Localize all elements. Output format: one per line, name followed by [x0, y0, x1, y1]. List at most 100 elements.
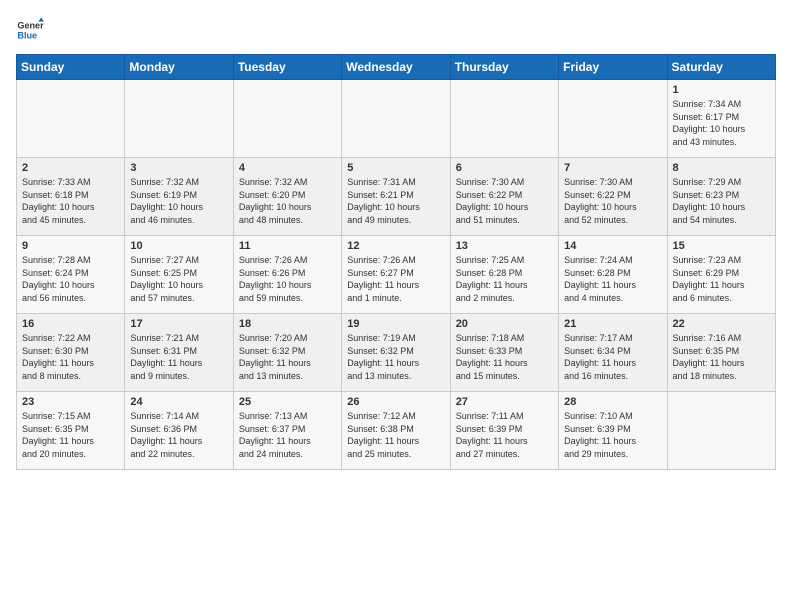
- calendar-cell: 5Sunrise: 7:31 AM Sunset: 6:21 PM Daylig…: [342, 158, 450, 236]
- weekday-header-sunday: Sunday: [17, 55, 125, 80]
- calendar-cell: 23 Sunrise: 7:15 AM Sunset: 6:35 PM Dayli…: [17, 392, 125, 470]
- day-number: 27: [456, 396, 553, 408]
- day-info: Sunrise: 7:27 AM Sunset: 6:25 PM Dayligh…: [130, 254, 227, 304]
- day-number: 20: [456, 318, 553, 330]
- calendar-cell: [125, 80, 233, 158]
- day-info: Sunrise: 7:24 AM Sunset: 6:28 PM Dayligh…: [564, 254, 661, 304]
- day-info: Sunrise: 7:33 AM Sunset: 6:18 PM Dayligh…: [22, 176, 119, 226]
- day-info: Sunrise: 7:28 AM Sunset: 6:24 PM Dayligh…: [22, 254, 119, 304]
- calendar-cell: 12Sunrise: 7:26 AM Sunset: 6:27 PM Dayli…: [342, 236, 450, 314]
- day-number: 26: [347, 396, 444, 408]
- calendar-cell: 20 Sunrise: 7:18 AM Sunset: 6:33 PM Dayli…: [450, 314, 558, 392]
- day-info: Sunrise: 7:16 AM Sunset: 6:35 PM Dayligh…: [673, 332, 770, 382]
- day-info: Sunrise: 7:29 AM Sunset: 6:23 PM Dayligh…: [673, 176, 770, 226]
- day-number: 25: [239, 396, 336, 408]
- calendar-cell: 15 Sunrise: 7:23 AM Sunset: 6:29 PM Dayli…: [667, 236, 775, 314]
- calendar-cell: [450, 80, 558, 158]
- week-row-4: 16 Sunrise: 7:22 AM Sunset: 6:30 PM Dayli…: [17, 314, 776, 392]
- day-number: 28: [564, 396, 661, 408]
- day-number: 16: [22, 318, 119, 330]
- day-info: Sunrise: 7:31 AM Sunset: 6:21 PM Dayligh…: [347, 176, 444, 226]
- day-info: Sunrise: 7:13 AM Sunset: 6:37 PM Dayligh…: [239, 410, 336, 460]
- calendar-cell: 11 Sunrise: 7:26 AM Sunset: 6:26 PM Dayli…: [233, 236, 341, 314]
- calendar-cell: 6 Sunrise: 7:30 AM Sunset: 6:22 PM Daylig…: [450, 158, 558, 236]
- logo: General Blue: [16, 16, 48, 44]
- day-number: 17: [130, 318, 227, 330]
- calendar-table: SundayMondayTuesdayWednesdayThursdayFrid…: [16, 54, 776, 470]
- calendar-cell: 4 Sunrise: 7:32 AM Sunset: 6:20 PM Daylig…: [233, 158, 341, 236]
- calendar-cell: [233, 80, 341, 158]
- page-header: General Blue: [16, 16, 776, 44]
- day-info: Sunrise: 7:30 AM Sunset: 6:22 PM Dayligh…: [564, 176, 661, 226]
- calendar-cell: 18 Sunrise: 7:20 AM Sunset: 6:32 PM Dayli…: [233, 314, 341, 392]
- day-number: 6: [456, 162, 553, 174]
- day-number: 4: [239, 162, 336, 174]
- day-number: 22: [673, 318, 770, 330]
- day-number: 23: [22, 396, 119, 408]
- calendar-cell: 22 Sunrise: 7:16 AM Sunset: 6:35 PM Dayli…: [667, 314, 775, 392]
- calendar-cell: [342, 80, 450, 158]
- weekday-header-tuesday: Tuesday: [233, 55, 341, 80]
- calendar-cell: 19Sunrise: 7:19 AM Sunset: 6:32 PM Dayli…: [342, 314, 450, 392]
- calendar-cell: 28 Sunrise: 7:10 AM Sunset: 6:39 PM Dayli…: [559, 392, 667, 470]
- day-info: Sunrise: 7:14 AM Sunset: 6:36 PM Dayligh…: [130, 410, 227, 460]
- weekday-header-friday: Friday: [559, 55, 667, 80]
- calendar-cell: 7 Sunrise: 7:30 AM Sunset: 6:22 PM Daylig…: [559, 158, 667, 236]
- day-number: 15: [673, 240, 770, 252]
- day-info: Sunrise: 7:11 AM Sunset: 6:39 PM Dayligh…: [456, 410, 553, 460]
- day-number: 7: [564, 162, 661, 174]
- calendar-cell: 26 Sunrise: 7:12 AM Sunset: 6:38 PM Dayli…: [342, 392, 450, 470]
- day-info: Sunrise: 7:25 AM Sunset: 6:28 PM Dayligh…: [456, 254, 553, 304]
- weekday-header-monday: Monday: [125, 55, 233, 80]
- day-number: 13: [456, 240, 553, 252]
- day-number: 10: [130, 240, 227, 252]
- day-info: Sunrise: 7:17 AM Sunset: 6:34 PM Dayligh…: [564, 332, 661, 382]
- day-number: 2: [22, 162, 119, 174]
- day-info: Sunrise: 7:18 AM Sunset: 6:33 PM Dayligh…: [456, 332, 553, 382]
- day-number: 3: [130, 162, 227, 174]
- day-info: Sunrise: 7:30 AM Sunset: 6:22 PM Dayligh…: [456, 176, 553, 226]
- calendar-cell: 17 Sunrise: 7:21 AM Sunset: 6:31 PM Dayli…: [125, 314, 233, 392]
- weekday-header-wednesday: Wednesday: [342, 55, 450, 80]
- day-info: Sunrise: 7:15 AM Sunset: 6:35 PM Dayligh…: [22, 410, 119, 460]
- calendar-cell: 14 Sunrise: 7:24 AM Sunset: 6:28 PM Dayli…: [559, 236, 667, 314]
- calendar-cell: 21 Sunrise: 7:17 AM Sunset: 6:34 PM Dayli…: [559, 314, 667, 392]
- calendar-cell: 10 Sunrise: 7:27 AM Sunset: 6:25 PM Dayli…: [125, 236, 233, 314]
- week-row-3: 9 Sunrise: 7:28 AM Sunset: 6:24 PM Daylig…: [17, 236, 776, 314]
- day-number: 24: [130, 396, 227, 408]
- calendar-cell: 2 Sunrise: 7:33 AM Sunset: 6:18 PM Daylig…: [17, 158, 125, 236]
- day-number: 21: [564, 318, 661, 330]
- calendar-cell: [17, 80, 125, 158]
- day-info: Sunrise: 7:32 AM Sunset: 6:20 PM Dayligh…: [239, 176, 336, 226]
- day-info: Sunrise: 7:26 AM Sunset: 6:26 PM Dayligh…: [239, 254, 336, 304]
- week-row-2: 2 Sunrise: 7:33 AM Sunset: 6:18 PM Daylig…: [17, 158, 776, 236]
- day-info: Sunrise: 7:12 AM Sunset: 6:38 PM Dayligh…: [347, 410, 444, 460]
- day-number: 14: [564, 240, 661, 252]
- calendar-cell: 1Sunrise: 7:34 AM Sunset: 6:17 PM Daylig…: [667, 80, 775, 158]
- logo-icon: General Blue: [16, 16, 44, 44]
- weekday-header-thursday: Thursday: [450, 55, 558, 80]
- day-info: Sunrise: 7:10 AM Sunset: 6:39 PM Dayligh…: [564, 410, 661, 460]
- day-number: 11: [239, 240, 336, 252]
- day-info: Sunrise: 7:20 AM Sunset: 6:32 PM Dayligh…: [239, 332, 336, 382]
- svg-text:Blue: Blue: [17, 30, 37, 40]
- day-number: 9: [22, 240, 119, 252]
- calendar-cell: 16 Sunrise: 7:22 AM Sunset: 6:30 PM Dayli…: [17, 314, 125, 392]
- day-info: Sunrise: 7:22 AM Sunset: 6:30 PM Dayligh…: [22, 332, 119, 382]
- day-info: Sunrise: 7:21 AM Sunset: 6:31 PM Dayligh…: [130, 332, 227, 382]
- day-info: Sunrise: 7:34 AM Sunset: 6:17 PM Dayligh…: [673, 98, 770, 148]
- calendar-cell: 13 Sunrise: 7:25 AM Sunset: 6:28 PM Dayli…: [450, 236, 558, 314]
- day-info: Sunrise: 7:23 AM Sunset: 6:29 PM Dayligh…: [673, 254, 770, 304]
- day-number: 8: [673, 162, 770, 174]
- calendar-cell: 25 Sunrise: 7:13 AM Sunset: 6:37 PM Dayli…: [233, 392, 341, 470]
- calendar-header-row: SundayMondayTuesdayWednesdayThursdayFrid…: [17, 55, 776, 80]
- day-info: Sunrise: 7:19 AM Sunset: 6:32 PM Dayligh…: [347, 332, 444, 382]
- day-info: Sunrise: 7:32 AM Sunset: 6:19 PM Dayligh…: [130, 176, 227, 226]
- week-row-1: 1Sunrise: 7:34 AM Sunset: 6:17 PM Daylig…: [17, 80, 776, 158]
- calendar-cell: 3 Sunrise: 7:32 AM Sunset: 6:19 PM Daylig…: [125, 158, 233, 236]
- svg-text:General: General: [17, 21, 44, 31]
- day-number: 12: [347, 240, 444, 252]
- calendar-cell: 27 Sunrise: 7:11 AM Sunset: 6:39 PM Dayli…: [450, 392, 558, 470]
- day-number: 18: [239, 318, 336, 330]
- calendar-cell: [667, 392, 775, 470]
